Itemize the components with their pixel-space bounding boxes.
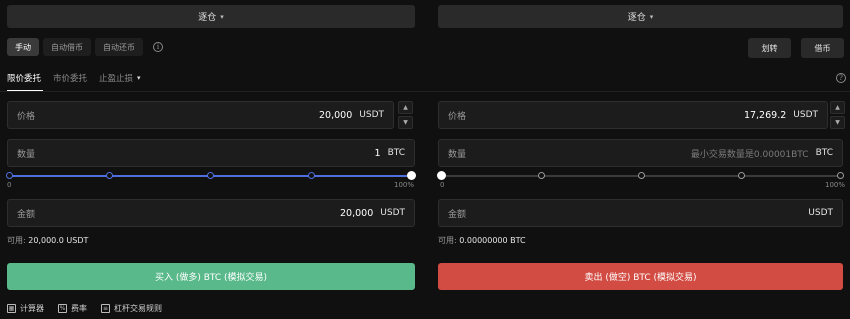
sell-price-stepper: ▲ ▼ xyxy=(830,101,845,129)
buy-price-label: 价格 xyxy=(17,111,36,122)
slider-step-dot xyxy=(638,172,645,179)
slider-step-dot xyxy=(207,172,214,179)
rules-icon: ≡ xyxy=(101,304,110,313)
rate-icon: % xyxy=(58,304,67,313)
sell-available-label: 可用: xyxy=(438,236,457,245)
slider-step-dot xyxy=(738,172,745,179)
sell-amount-field[interactable]: 数量 最小交易数量是0.00001BTC BTC xyxy=(438,139,843,167)
buy-amount-slider[interactable] xyxy=(6,171,416,180)
tab-stop-order-label: 止盈止损 xyxy=(99,74,134,84)
slider-step-dot xyxy=(106,172,113,179)
sell-amount-label: 数量 xyxy=(448,149,467,160)
calculator-icon: ▦ xyxy=(7,304,16,313)
chevron-down-icon: ▾ xyxy=(220,12,224,21)
order-type-tabs: 限价委托 市价委托 止盈止损 ▾ xyxy=(7,72,141,84)
sell-price-unit: USDT xyxy=(793,110,818,120)
sell-available: 可用: 0.00000000 BTC xyxy=(438,235,526,246)
slider-handle[interactable] xyxy=(437,171,446,180)
mode-tab-auto-borrow[interactable]: 自动借币 xyxy=(43,38,91,56)
buy-price-stepper: ▲ ▼ xyxy=(398,101,413,129)
info-icon[interactable]: i xyxy=(153,42,163,52)
slider-step-dot xyxy=(538,172,545,179)
sell-price-value: 17,269.2 xyxy=(743,109,787,121)
sell-price-label: 价格 xyxy=(448,111,467,122)
mode-tab-manual[interactable]: 手动 xyxy=(7,38,39,56)
buy-slider-min-label: 0 xyxy=(7,181,12,189)
stepper-up-icon[interactable]: ▲ xyxy=(830,101,845,114)
slider-step-dot xyxy=(308,172,315,179)
sell-slider-max-label: 100% xyxy=(825,181,846,189)
stepper-up-icon[interactable]: ▲ xyxy=(398,101,413,114)
buy-amount-field[interactable]: 数量 1 BTC xyxy=(7,139,415,167)
footer-links: ▦ 计算器 % 费率 ≡ 杠杆交易规则 xyxy=(7,303,162,314)
sell-slider-min-label: 0 xyxy=(440,181,445,189)
buy-available-value: 20,000.0 USDT xyxy=(28,236,89,245)
buy-amount-value: 1 xyxy=(374,147,381,159)
sell-amount-slider[interactable] xyxy=(437,171,844,180)
slider-step-dot xyxy=(6,172,13,179)
chevron-down-icon: ▾ xyxy=(649,12,654,21)
tab-limit-order[interactable]: 限价委托 xyxy=(7,72,41,84)
sell-amount-unit: BTC xyxy=(815,148,833,158)
transfer-button[interactable]: 划转 xyxy=(748,38,791,58)
tab-stop-order[interactable]: 止盈止损 ▾ xyxy=(99,72,141,84)
footer-rules-link[interactable]: ≡ 杠杆交易规则 xyxy=(101,303,162,314)
buy-amount-unit: BTC xyxy=(387,148,405,158)
slider-handle[interactable] xyxy=(407,171,416,180)
footer-calculator-label: 计算器 xyxy=(20,304,44,313)
tab-market-order[interactable]: 市价委托 xyxy=(53,72,87,84)
buy-price-field[interactable]: 价格 20,000 USDT xyxy=(7,101,394,129)
right-margin-mode-dropdown[interactable]: 逐仓 ▾ xyxy=(438,5,843,28)
sell-price-field[interactable]: 价格 17,269.2 USDT xyxy=(438,101,828,129)
sell-amount-placeholder: 最小交易数量是0.00001BTC xyxy=(690,149,809,160)
footer-calculator-link[interactable]: ▦ 计算器 xyxy=(7,303,44,314)
help-icon[interactable]: ? xyxy=(836,73,846,83)
buy-total-value: 20,000 xyxy=(340,207,374,219)
sell-total-unit: USDT xyxy=(808,208,833,218)
borrow-mode-tabs: 手动 自动借币 自动还币 i xyxy=(7,38,163,56)
footer-rate-label: 费率 xyxy=(71,304,87,313)
tabs-divider xyxy=(0,91,850,92)
borrow-button[interactable]: 借币 xyxy=(801,38,844,58)
buy-total-label: 金额 xyxy=(17,209,36,220)
sell-available-value: 0.00000000 BTC xyxy=(459,236,526,245)
footer-rules-label: 杠杆交易规则 xyxy=(114,304,162,313)
buy-button[interactable]: 买入 (做多) BTC (模拟交易) xyxy=(7,263,415,290)
chevron-down-icon: ▾ xyxy=(137,74,141,82)
left-margin-mode-dropdown[interactable]: 逐仓 ▾ xyxy=(7,5,415,28)
footer-rate-link[interactable]: % 费率 xyxy=(58,303,87,314)
mode-tab-auto-repay[interactable]: 自动还币 xyxy=(95,38,143,56)
sell-button[interactable]: 卖出 (做空) BTC (模拟交易) xyxy=(438,263,843,290)
left-margin-mode-label: 逐仓 xyxy=(198,13,217,23)
buy-total-field[interactable]: 金额 20,000 USDT xyxy=(7,199,415,227)
sell-total-field[interactable]: 金额 USDT xyxy=(438,199,843,227)
buy-total-unit: USDT xyxy=(380,208,405,218)
buy-available: 可用: 20,000.0 USDT xyxy=(7,235,88,246)
stepper-down-icon[interactable]: ▼ xyxy=(830,116,845,129)
buy-slider-max-label: 100% xyxy=(394,181,415,189)
buy-available-label: 可用: xyxy=(7,236,26,245)
slider-step-dot xyxy=(837,172,844,179)
buy-price-value: 20,000 xyxy=(319,109,353,121)
sell-total-label: 金额 xyxy=(448,209,467,220)
right-margin-mode-label: 逐仓 xyxy=(627,13,646,23)
stepper-down-icon[interactable]: ▼ xyxy=(398,116,413,129)
buy-amount-label: 数量 xyxy=(17,149,36,160)
buy-price-unit: USDT xyxy=(359,110,384,120)
